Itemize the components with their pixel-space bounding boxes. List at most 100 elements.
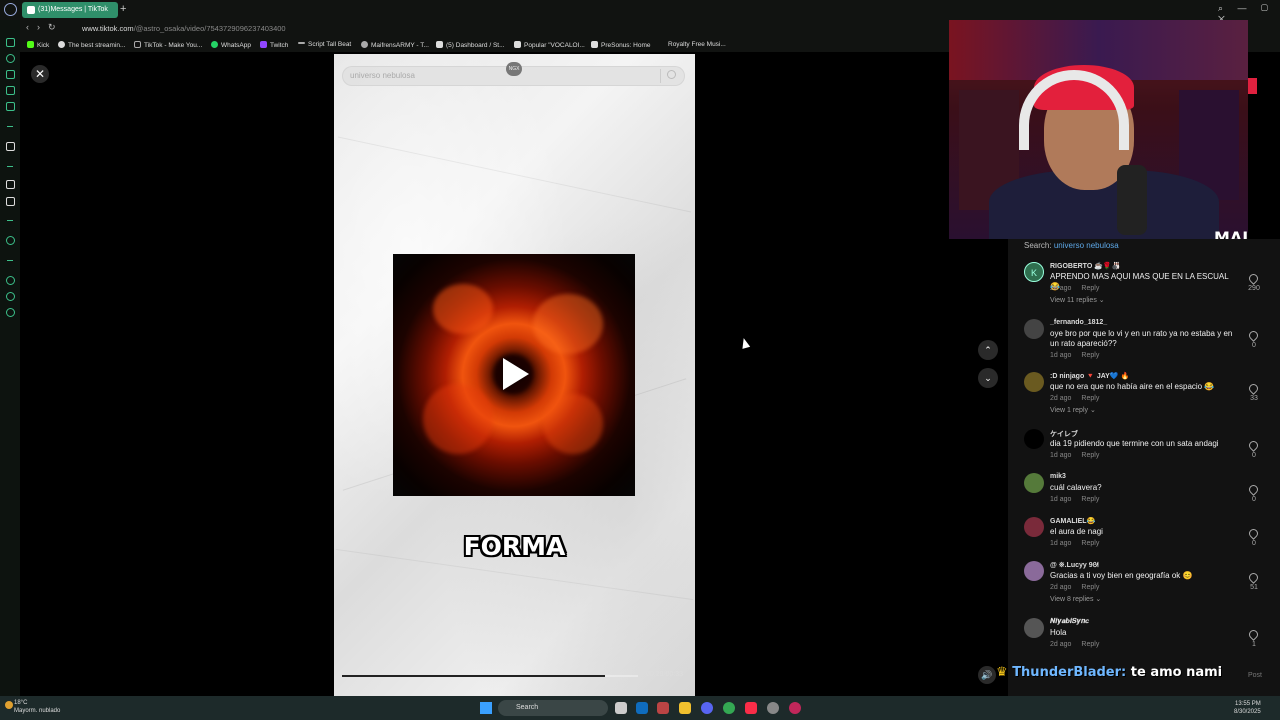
app-icon[interactable] — [657, 702, 669, 714]
bookmark-label: TikTok - Make You... — [144, 42, 203, 49]
outlook-icon[interactable] — [636, 702, 648, 714]
rail-app-icon[interactable] — [6, 236, 15, 245]
webcam-overlay — [949, 20, 1248, 239]
comment-username[interactable]: RIGOBERTO ☕🌹🎳 — [1050, 262, 1120, 270]
speaker-icon[interactable]: 🔊 — [978, 666, 996, 684]
chevron-down-icon: ⌄ — [984, 373, 992, 383]
comment-age: 1d ago — [1050, 352, 1072, 359]
clock-date: 8/30/2025 — [1234, 709, 1261, 715]
bookmark-dashboard[interactable]: (5) Dashboard / St... — [436, 41, 505, 49]
chat-username: ThunderBlader: — [1012, 665, 1127, 680]
file-explorer-icon[interactable] — [679, 702, 691, 714]
avatar[interactable] — [1024, 319, 1044, 339]
creator-badge: NGX — [506, 62, 522, 76]
bookmark-icon — [514, 41, 521, 48]
comment-username[interactable]: @ ※.Lucyy 9ᘛ — [1050, 561, 1099, 570]
rail-app-icon[interactable] — [6, 292, 15, 301]
app-icon[interactable] — [767, 702, 779, 714]
bookmark-presonus[interactable]: PreSonus: Home — [591, 41, 651, 49]
bookmark-label: MaifrensARMY - T... — [371, 42, 429, 49]
previous-video-button[interactable]: ⌃ — [978, 340, 998, 360]
taskbar-search[interactable]: Search — [498, 700, 608, 716]
windows-start-icon[interactable] — [480, 702, 492, 714]
view-replies-button[interactable]: View 1 reply ⌄ — [1050, 406, 1096, 414]
comment-username[interactable]: 𝑵𝒊𝒚𝒂𝒃𝒊𝑺𝒚𝒏𝒄 — [1050, 618, 1089, 626]
temperature: 18°C — [14, 700, 28, 706]
avatar[interactable] — [1024, 429, 1044, 449]
bookmark-tiktok[interactable]: TikTok - Make You... — [134, 41, 202, 49]
rail-app-icon[interactable] — [6, 102, 15, 111]
comment-meta: 1d ago Reply — [1050, 496, 1099, 503]
rail-app-icon[interactable] — [6, 54, 15, 63]
comment-username[interactable]: :D ninjago 🔻 JAY💙 🔥 — [1050, 372, 1129, 380]
new-tab-button[interactable]: + — [120, 3, 126, 15]
like-count: 0 — [1252, 496, 1256, 503]
bookmark-whatsapp[interactable]: WhatsApp — [211, 41, 251, 49]
avatar[interactable] — [1024, 473, 1044, 493]
reply-button[interactable]: Reply — [1081, 496, 1099, 503]
discord-icon[interactable] — [701, 702, 713, 714]
comment-meta: 1d ago Reply — [1050, 452, 1099, 459]
bookmark-streaming[interactable]: The best streamin... — [58, 41, 125, 49]
bookmark-label: WhatsApp — [221, 42, 251, 49]
comment-username[interactable]: _fernando_1812_ — [1050, 319, 1107, 326]
history-icon[interactable] — [6, 276, 15, 285]
reply-button[interactable]: Reply — [1081, 352, 1099, 359]
avatar[interactable] — [1024, 618, 1044, 638]
rail-app-icon[interactable] — [6, 70, 15, 79]
bookmark-twitch[interactable]: Twitch — [260, 41, 288, 49]
avatar[interactable]: K — [1024, 262, 1044, 282]
weather-widget[interactable]: 18°C Mayorm. nublado — [14, 699, 60, 715]
weather-icon — [5, 701, 13, 709]
bookmark-script[interactable]: Script Tall Beat — [298, 41, 351, 48]
navigation-buttons[interactable]: ‹›↻ — [26, 22, 64, 33]
bookmark-label: Royalty Free Musi... — [668, 41, 726, 48]
avatar[interactable] — [1024, 517, 1044, 537]
tab-tiktok-messages[interactable]: (31)Messages | TikTok — [22, 2, 118, 18]
bookmark-vocaloid[interactable]: Popular "VOCALOI... — [514, 41, 585, 49]
comment-text: oye bro por que lo vi y en un rato ya no… — [1050, 329, 1233, 348]
reply-button[interactable]: Reply — [1081, 285, 1099, 292]
system-clock[interactable]: 13:55 PM 8/30/2025 — [1234, 700, 1261, 716]
play-icon[interactable] — [503, 358, 529, 390]
comment-text: cuál calavera? — [1050, 483, 1102, 492]
video-caption: FORMA — [463, 532, 566, 561]
avatar[interactable] — [1024, 561, 1044, 581]
browser-logo-icon[interactable] — [4, 3, 17, 16]
comment-username[interactable]: mik3 — [1050, 473, 1066, 480]
x-icon[interactable] — [6, 197, 15, 206]
view-replies-button[interactable]: View 8 replies ⌄ — [1050, 595, 1101, 603]
crown-icon: ♛ — [996, 665, 1008, 680]
weather-text: Mayorm. nublado — [14, 708, 61, 714]
rail-app-icon[interactable] — [6, 86, 15, 95]
chrome-icon[interactable] — [723, 702, 735, 714]
comment-username[interactable]: ケイレブ — [1050, 429, 1078, 439]
task-view-icon[interactable] — [615, 702, 627, 714]
close-button[interactable]: ✕ — [31, 65, 49, 83]
music-icon[interactable] — [745, 702, 757, 714]
next-video-button[interactable]: ⌄ — [978, 368, 998, 388]
avatar[interactable] — [1024, 372, 1044, 392]
reply-button[interactable]: Reply — [1081, 540, 1099, 547]
bookmark-royalty[interactable]: Royalty Free Musi... — [668, 41, 726, 48]
gear-icon[interactable] — [6, 308, 15, 317]
bookmark-kick[interactable]: Kick — [27, 41, 49, 49]
comment-username[interactable]: GAMALIEL😂 — [1050, 517, 1095, 525]
bookmark-label: Script Tall Beat — [308, 41, 352, 48]
search-term-link[interactable]: universo nebulosa — [1054, 241, 1119, 250]
reply-button[interactable]: Reply — [1081, 641, 1099, 648]
bookmark-icon — [436, 41, 443, 48]
progress-fill — [342, 675, 606, 677]
reply-button[interactable]: Reply — [1081, 452, 1099, 459]
rail-app-icon[interactable] — [6, 142, 15, 151]
post-button[interactable]: Post — [1248, 672, 1262, 679]
opera-icon[interactable] — [789, 702, 801, 714]
bookmark-maifrens[interactable]: MaifrensARMY - T... — [361, 41, 429, 49]
url-text[interactable]: www.tiktok.com/@astro_osaka/video/754372… — [82, 24, 286, 33]
view-replies-button[interactable]: View 11 replies ⌄ — [1050, 296, 1105, 304]
rail-app-icon[interactable] — [6, 38, 15, 47]
reply-button[interactable]: Reply — [1081, 395, 1099, 402]
tiktok-icon[interactable] — [6, 180, 15, 189]
title-bar — [0, 0, 1280, 20]
reply-button[interactable]: Reply — [1081, 584, 1099, 591]
